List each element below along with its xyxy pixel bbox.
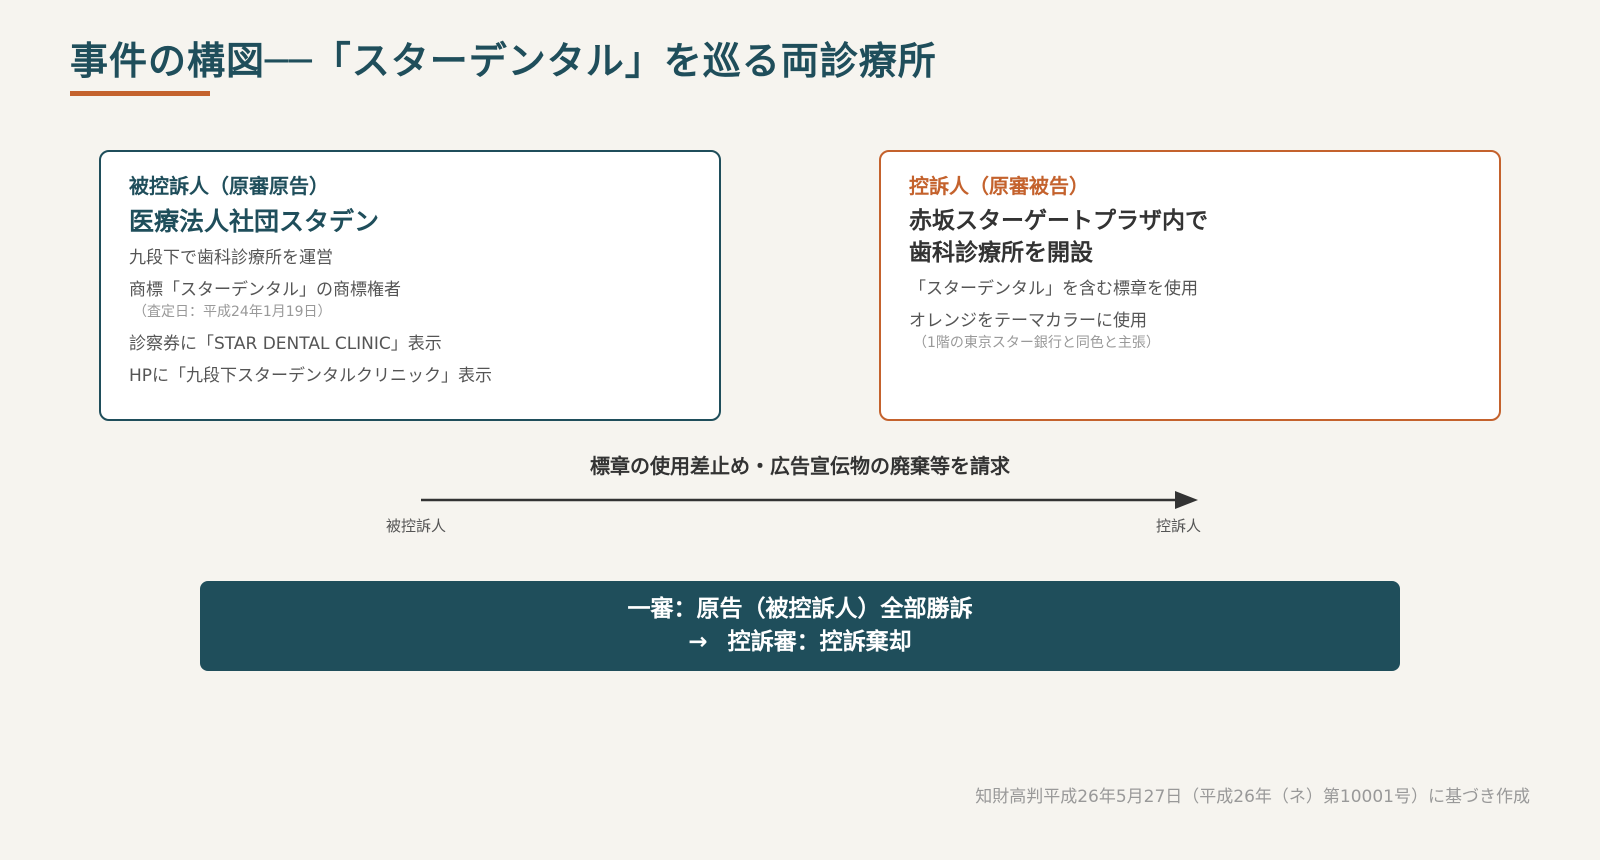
claim-arrow: [421, 491, 1198, 509]
source-citation: 知財高判平成26年5月27日（平成26年（ネ）第10001号）に基づき作成: [975, 787, 1530, 807]
appellant-role: 控訴人（原審被告）: [909, 174, 1089, 198]
appellee-line-3: 診察券に「STAR DENTAL CLINIC」表示: [129, 334, 442, 354]
appellant-name-line-1: 赤坂スターゲートプラザ内で: [909, 208, 1208, 234]
appellee-line-4: HPに「九段下スターデンタルクリニック」表示: [129, 366, 493, 386]
appellant-name-line-2: 歯科診療所を開設: [909, 240, 1093, 266]
appellant-card: 控訴人（原審被告） 赤坂スターゲートプラザ内で 歯科診療所を開設 「スターデンタ…: [879, 150, 1501, 421]
appellee-note: （査定日：平成24年1月19日）: [133, 304, 332, 320]
appellee-name: 医療法人社団スタデン: [129, 207, 380, 236]
appellee-line-1: 九段下で歯科診療所を運営: [129, 248, 333, 268]
appellant-line-1: 「スターデンタル」を含む標章を使用: [909, 279, 1198, 299]
result-line-1: 一審：原告（被控訴人）全部勝訴: [627, 596, 973, 622]
result-box: 一審：原告（被控訴人）全部勝訴 → 控訴審：控訴棄却: [200, 581, 1400, 671]
claim-label: 標章の使用差止め・広告宣伝物の廃棄等を請求: [590, 454, 1010, 478]
page-title: 事件の構図──「スターデンタル」を巡る両診療所: [70, 39, 937, 83]
appellant-line-2: オレンジをテーマカラーに使用: [909, 311, 1147, 331]
appellee-card: 被控訴人（原審原告） 医療法人社団スタデン 九段下で歯科診療所を運営 商標「スタ…: [99, 150, 721, 421]
slide: 事件の構図──「スターデンタル」を巡る両診療所 被控訴人（原審原告） 医療法人社…: [0, 0, 1600, 860]
right-arrow-icon: →: [688, 629, 708, 655]
result-line-2-row: → 控訴審：控訴棄却: [688, 626, 911, 659]
title-underline: [70, 91, 210, 96]
arrow-head-icon: [1175, 491, 1198, 509]
arrow-to-label: 控訴人: [1156, 517, 1202, 535]
appellee-role: 被控訴人（原審原告）: [129, 174, 329, 198]
arrow-from-label: 被控訴人: [386, 517, 447, 535]
appellee-line-2: 商標「スターデンタル」の商標権者: [129, 280, 401, 300]
result-line-2: 控訴審：控訴棄却: [727, 629, 912, 655]
appellant-note: （1階の東京スター銀行と同色と主張）: [913, 335, 1160, 351]
